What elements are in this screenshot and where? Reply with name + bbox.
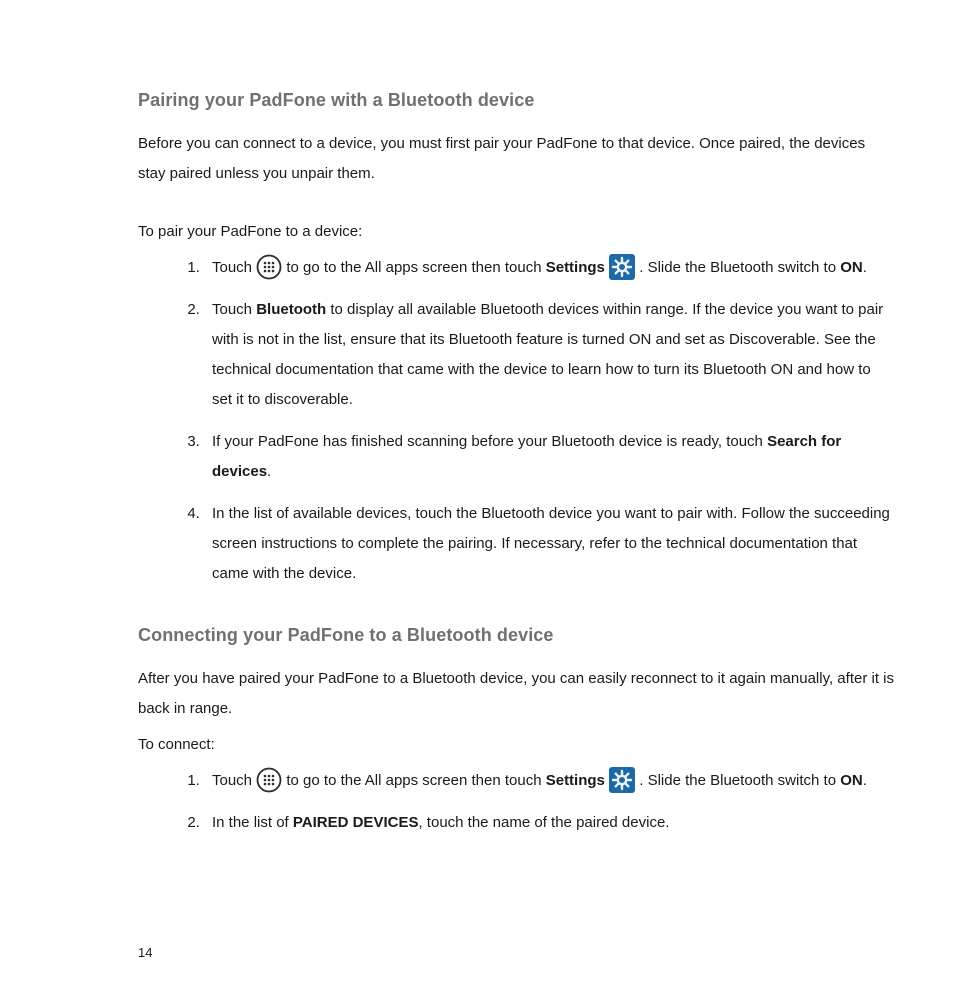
text: . xyxy=(267,463,271,480)
section2-lead: To connect: xyxy=(138,730,894,760)
settings-label: Settings xyxy=(546,772,605,789)
section2-intro: After you have paired your PadFone to a … xyxy=(138,664,894,724)
bluetooth-label: Bluetooth xyxy=(256,301,326,318)
section1-step3: If your PadFone has finished scanning be… xyxy=(204,427,894,487)
section1-step1: Touch to go to the All apps screen then … xyxy=(204,253,894,283)
section2-step1: Touch to go to the A xyxy=(204,766,894,796)
settings-icon xyxy=(609,254,635,280)
text: to go to the All apps screen then touch xyxy=(286,259,545,276)
section1-step2: Touch Bluetooth to display all available… xyxy=(204,295,894,415)
all-apps-icon xyxy=(256,767,282,793)
text: Touch xyxy=(212,259,256,276)
page-number: 14 xyxy=(138,945,152,960)
section1-heading: Pairing your PadFone with a Bluetooth de… xyxy=(138,90,894,111)
settings-icon xyxy=(609,767,635,793)
section1-intro: Before you can connect to a device, you … xyxy=(138,129,894,189)
document-page: Pairing your PadFone with a Bluetooth de… xyxy=(0,0,954,1002)
text: . Slide the Bluetooth switch to xyxy=(639,259,840,276)
text: If your PadFone has finished scanning be… xyxy=(212,433,767,450)
settings-label: Settings xyxy=(546,259,605,276)
text: In the list of xyxy=(212,814,293,831)
all-apps-icon xyxy=(256,254,282,280)
on-label: ON xyxy=(840,259,863,276)
section2-heading: Connecting your PadFone to a Bluetooth d… xyxy=(138,625,894,646)
text: . xyxy=(863,259,867,276)
section2-steps: Touch to go to the A xyxy=(138,766,894,838)
text: to go to the All apps screen then touch xyxy=(286,772,545,789)
paired-devices-label: PAIRED DEVICES xyxy=(293,814,419,831)
text: . Slide the Bluetooth switch to xyxy=(639,772,840,789)
text: Touch xyxy=(212,772,256,789)
text: . xyxy=(863,772,867,789)
section1-lead: To pair your PadFone to a device: xyxy=(138,217,894,247)
section1-step4: In the list of available devices, touch … xyxy=(204,499,894,589)
text: , touch the name of the paired device. xyxy=(418,814,669,831)
on-label: ON xyxy=(840,772,863,789)
section2-step2: In the list of PAIRED DEVICES, touch the… xyxy=(204,808,894,838)
section1-steps: Touch to go to the All apps screen then … xyxy=(138,253,894,589)
text: Touch xyxy=(212,301,256,318)
